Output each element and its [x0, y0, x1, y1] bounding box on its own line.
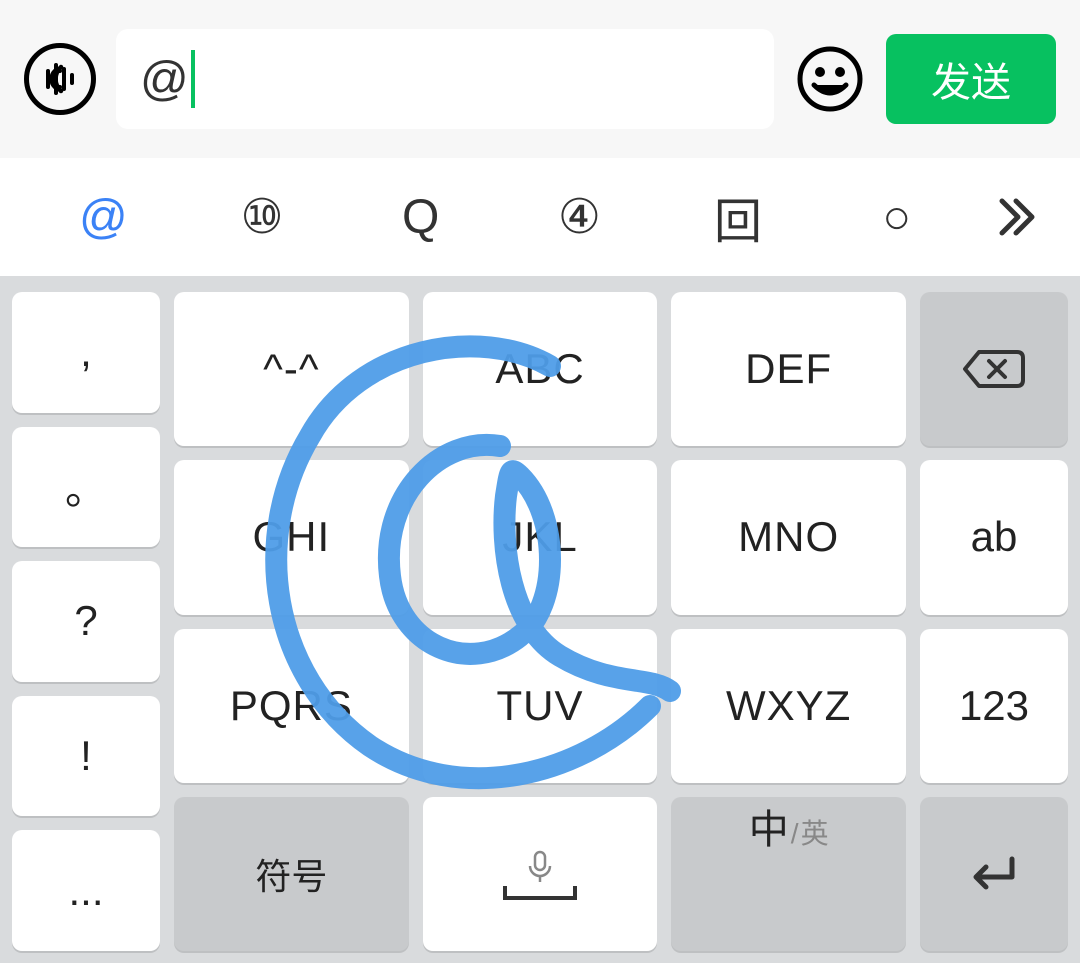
candidate-bar: @ ⑩ Q ④ 回 ○ [0, 158, 1080, 276]
enter-icon [964, 849, 1024, 899]
key-ghi[interactable]: GHI [174, 460, 409, 614]
key-backspace[interactable] [920, 292, 1068, 446]
key-ab[interactable]: ab [920, 460, 1068, 614]
text-cursor [191, 50, 195, 108]
key-tuv[interactable]: TUV [423, 629, 658, 783]
keyboard-grid: ^-^ ABC DEF GHI JKL MNO PQRS TUV WXYZ 符号 [174, 292, 906, 951]
key-exclaim[interactable]: ! [12, 696, 160, 817]
backspace-icon [959, 344, 1029, 394]
candidate-3[interactable]: ④ [500, 158, 659, 276]
key-def[interactable]: DEF [671, 292, 906, 446]
key-wxyz[interactable]: WXYZ [671, 629, 906, 783]
lang-sub: 英 [801, 812, 829, 852]
chat-input-bar: @ 发送 [0, 0, 1080, 158]
emoji-button[interactable] [794, 43, 866, 115]
key-enter[interactable] [920, 797, 1068, 951]
punctuation-column: , 。 ? ! ... [12, 292, 160, 951]
right-column: ab 123 [920, 292, 1068, 951]
key-emoticon[interactable]: ^-^ [174, 292, 409, 446]
key-pqrs[interactable]: PQRS [174, 629, 409, 783]
sound-wave-icon [42, 61, 78, 97]
lang-sep: / [791, 818, 799, 850]
lang-main: 中 [749, 797, 789, 855]
key-123[interactable]: 123 [920, 629, 1068, 783]
key-space[interactable] [423, 797, 658, 951]
send-button[interactable]: 发送 [886, 34, 1056, 124]
key-mno[interactable]: MNO [671, 460, 906, 614]
candidate-5[interactable]: ○ [817, 158, 976, 276]
key-symbols[interactable]: 符号 [174, 797, 409, 951]
candidate-4[interactable]: 回 [659, 158, 818, 276]
key-jkl[interactable]: JKL [423, 460, 658, 614]
key-language-switch[interactable]: 中 / 英 [671, 797, 906, 951]
send-label: 发送 [931, 50, 1011, 108]
message-input[interactable]: @ [116, 29, 774, 129]
space-mic-icon [480, 844, 600, 904]
candidate-1[interactable]: ⑩ [183, 158, 342, 276]
key-comma[interactable]: , [12, 292, 160, 413]
input-value: @ [140, 52, 189, 107]
candidate-0[interactable]: @ [24, 158, 183, 276]
voice-button[interactable] [24, 43, 96, 115]
keyboard: , 。 ? ! ... ^-^ ABC DEF GHI JKL MNO PQRS… [0, 276, 1080, 963]
key-question[interactable]: ? [12, 561, 160, 682]
smiley-icon [796, 45, 864, 113]
candidate-2[interactable]: Q [341, 158, 500, 276]
expand-candidates-button[interactable] [976, 158, 1056, 276]
key-ellipsis[interactable]: ... [12, 830, 160, 951]
chevron-double-right-icon [992, 193, 1040, 241]
key-abc[interactable]: ABC [423, 292, 658, 446]
key-period[interactable]: 。 [12, 427, 160, 548]
